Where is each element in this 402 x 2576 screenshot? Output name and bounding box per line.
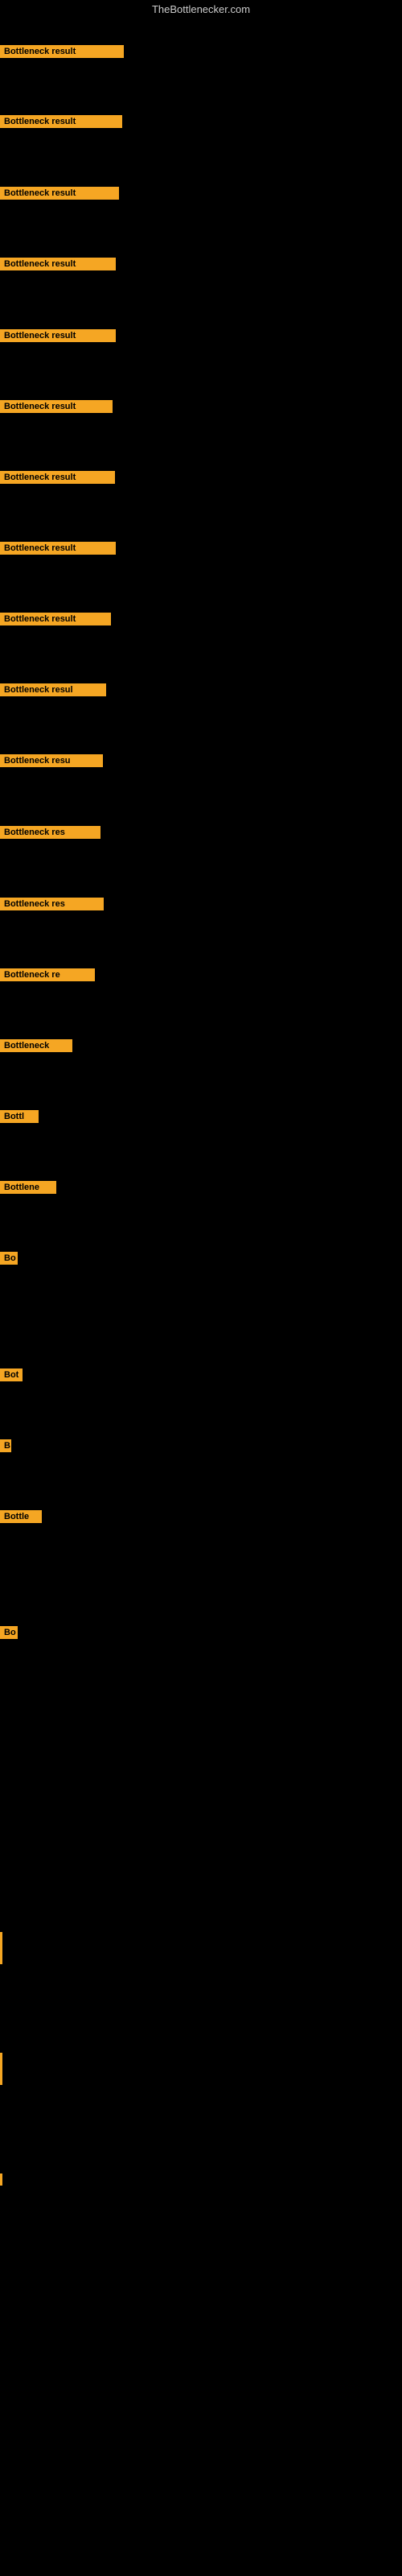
- bottleneck-badge-22[interactable]: Bo: [0, 1626, 18, 1643]
- bar-line-1: [0, 1932, 2, 1964]
- bar-line-2: [0, 2053, 2, 2085]
- bottleneck-badge-3[interactable]: Bottleneck result: [0, 187, 119, 204]
- bottleneck-badge-13[interactable]: Bottleneck res: [0, 898, 104, 914]
- site-title: TheBottlenecker.com: [0, 0, 402, 19]
- bottleneck-badge-4[interactable]: Bottleneck result: [0, 258, 116, 275]
- bottleneck-badge-14[interactable]: Bottleneck re: [0, 968, 95, 985]
- bottleneck-badge-6[interactable]: Bottleneck result: [0, 400, 113, 417]
- bottleneck-badge-19[interactable]: Bot: [0, 1368, 23, 1385]
- bottleneck-badge-15[interactable]: Bottleneck: [0, 1039, 72, 1056]
- bottleneck-badge-21[interactable]: Bottle: [0, 1510, 42, 1527]
- bottleneck-badge-5[interactable]: Bottleneck result: [0, 329, 116, 346]
- bottleneck-badge-1[interactable]: Bottleneck result: [0, 45, 124, 62]
- bar-line-3: [0, 2174, 2, 2186]
- bottleneck-badge-2[interactable]: Bottleneck result: [0, 115, 122, 132]
- bottleneck-badge-20[interactable]: B: [0, 1439, 11, 1456]
- bottleneck-badge-11[interactable]: Bottleneck resu: [0, 754, 103, 771]
- bottleneck-badge-8[interactable]: Bottleneck result: [0, 542, 116, 559]
- bottleneck-badge-18[interactable]: Bo: [0, 1252, 18, 1269]
- bottleneck-badge-12[interactable]: Bottleneck res: [0, 826, 100, 843]
- bottleneck-badge-17[interactable]: Bottlene: [0, 1181, 56, 1198]
- bottleneck-badge-10[interactable]: Bottleneck resul: [0, 683, 106, 700]
- bottleneck-badge-7[interactable]: Bottleneck result: [0, 471, 115, 488]
- bottleneck-badge-16[interactable]: Bottl: [0, 1110, 39, 1127]
- bottleneck-badge-9[interactable]: Bottleneck result: [0, 613, 111, 630]
